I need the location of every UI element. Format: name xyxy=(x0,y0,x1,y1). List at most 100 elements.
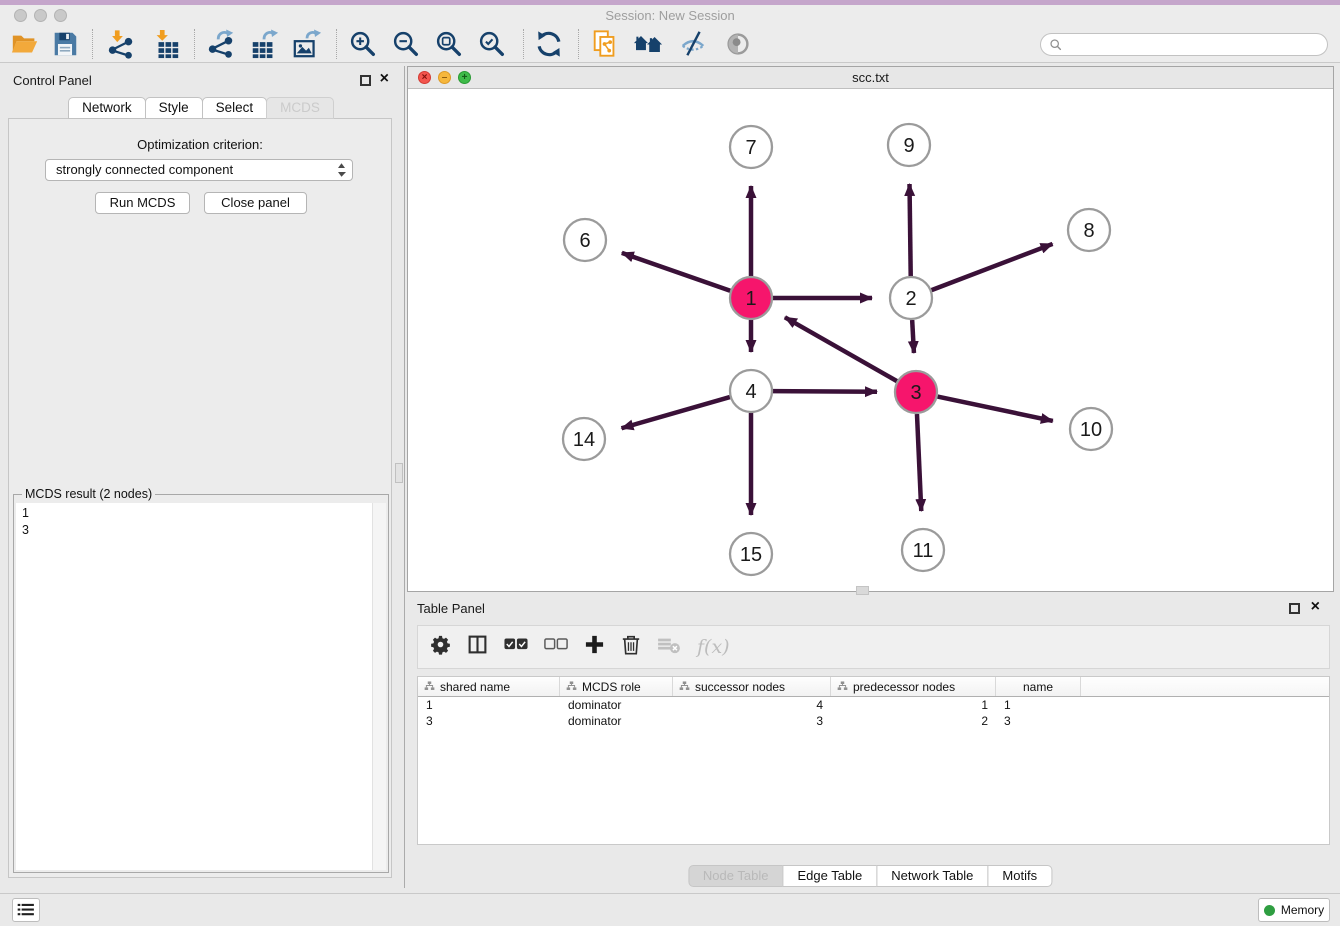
network-maximize-icon[interactable]: + xyxy=(458,71,471,84)
column-type-icon xyxy=(679,681,690,692)
node-7[interactable]: 7 xyxy=(730,126,772,168)
zoom-out-icon[interactable] xyxy=(389,28,423,60)
control-tabs: NetworkStyleSelectMCDS xyxy=(0,97,403,119)
zoom-fit-icon[interactable] xyxy=(432,28,466,60)
zoom-selected-icon[interactable] xyxy=(475,28,509,60)
result-scrollbar[interactable] xyxy=(372,503,386,870)
tab-network[interactable]: Network xyxy=(68,97,146,119)
cell-predecessor-nodes: 2 xyxy=(831,713,996,729)
hide-details-icon[interactable] xyxy=(676,28,710,60)
tab-edge-table[interactable]: Edge Table xyxy=(782,865,877,887)
network-window-titlebar[interactable]: × – + scc.txt xyxy=(408,67,1333,89)
edge-4-3[interactable] xyxy=(773,391,877,392)
run-mcds-button[interactable]: Run MCDS xyxy=(95,192,190,214)
table-settings-gear-icon[interactable] xyxy=(430,634,451,660)
edge-2-3[interactable] xyxy=(912,320,914,353)
tab-network-table[interactable]: Network Table xyxy=(876,865,988,887)
minimize-window-button[interactable] xyxy=(34,9,47,22)
tab-style[interactable]: Style xyxy=(145,97,203,119)
node-11[interactable]: 11 xyxy=(902,529,944,571)
show-details-icon[interactable] xyxy=(721,28,755,60)
control-panel: Control Panel × NetworkStyleSelectMCDS O… xyxy=(0,66,403,893)
header-filler xyxy=(1081,677,1329,696)
edge-2-8[interactable] xyxy=(932,244,1053,290)
delete-table-icon xyxy=(657,635,681,660)
edge-1-6[interactable] xyxy=(622,253,730,291)
search-input[interactable] xyxy=(1067,35,1322,54)
vertical-splitter-handle[interactable] xyxy=(395,463,403,483)
export-network-icon[interactable] xyxy=(204,28,238,60)
tab-select[interactable]: Select xyxy=(202,97,268,119)
open-folder-icon[interactable] xyxy=(8,28,42,60)
window-titlebar[interactable]: Session: New Session xyxy=(0,5,1340,27)
delete-column-icon[interactable] xyxy=(621,634,641,661)
node-10[interactable]: 10 xyxy=(1070,408,1112,450)
export-image-icon[interactable] xyxy=(290,28,324,60)
mcds-result-box[interactable]: 1 3 xyxy=(16,503,386,870)
mcds-result-legend: MCDS result (2 nodes) xyxy=(22,487,155,501)
node-label: 1 xyxy=(745,288,756,310)
memory-button[interactable]: Memory xyxy=(1258,898,1330,922)
table-row[interactable]: 1dominator411 xyxy=(418,697,1329,713)
column-header-mcds-role[interactable]: MCDS role xyxy=(560,677,673,696)
add-column-icon[interactable] xyxy=(584,634,605,660)
network-graph[interactable]: 7 9 6 8 1 2 4 3 14 10 15 11 xyxy=(408,89,1333,591)
cell-name: 1 xyxy=(996,697,1081,713)
column-type-icon xyxy=(566,681,577,692)
node-8[interactable]: 8 xyxy=(1068,209,1110,251)
import-table-icon[interactable] xyxy=(149,28,183,60)
criterion-select[interactable]: strongly connected component xyxy=(45,159,353,181)
application-window: Session: New Session xyxy=(0,0,1340,926)
save-session-icon[interactable] xyxy=(48,28,82,60)
node-9[interactable]: 9 xyxy=(888,124,930,166)
node-label: 9 xyxy=(903,135,914,157)
close-panel-button[interactable]: Close panel xyxy=(204,192,307,214)
zoom-in-icon[interactable] xyxy=(346,28,380,60)
table-close-panel-icon[interactable]: × xyxy=(1311,598,1320,616)
toolbar-separator xyxy=(194,29,195,59)
show-columns-icon[interactable] xyxy=(467,634,488,660)
network-close-icon[interactable]: × xyxy=(418,71,431,84)
tab-motifs[interactable]: Motifs xyxy=(987,865,1052,887)
float-panel-icon[interactable] xyxy=(360,75,371,86)
list-icon xyxy=(17,903,35,917)
edge-3-11[interactable] xyxy=(917,414,921,511)
node-15[interactable]: 15 xyxy=(730,533,772,575)
node-6[interactable]: 6 xyxy=(564,219,606,261)
clone-network-icon[interactable] xyxy=(588,28,622,60)
close-window-button[interactable] xyxy=(14,9,27,22)
table-row[interactable]: 3dominator323 xyxy=(418,713,1329,729)
node-1[interactable]: 1 xyxy=(730,277,772,319)
column-type-icon xyxy=(837,681,848,692)
node-4[interactable]: 4 xyxy=(730,370,772,412)
node-3[interactable]: 3 xyxy=(895,371,937,413)
node-14[interactable]: 14 xyxy=(563,418,605,460)
select-all-columns-icon[interactable] xyxy=(504,638,528,656)
edge-2-9[interactable] xyxy=(910,184,911,276)
list-view-button[interactable] xyxy=(12,898,40,922)
deselect-all-columns-icon[interactable] xyxy=(544,638,568,656)
maximize-window-button[interactable] xyxy=(54,9,67,22)
node-2[interactable]: 2 xyxy=(890,277,932,319)
tab-node-table[interactable]: Node Table xyxy=(688,865,784,887)
table-panel-title: Table Panel xyxy=(417,601,485,616)
column-header-shared-name[interactable]: shared name xyxy=(418,677,560,696)
export-table-icon[interactable] xyxy=(247,28,281,60)
horizontal-splitter-handle[interactable] xyxy=(856,586,869,595)
column-header-predecessor-nodes[interactable]: predecessor nodes xyxy=(831,677,996,696)
refresh-layout-icon[interactable] xyxy=(532,28,566,60)
column-header-successor-nodes[interactable]: successor nodes xyxy=(673,677,831,696)
node-label: 11 xyxy=(913,540,934,562)
network-minimize-icon[interactable]: – xyxy=(438,71,451,84)
toolbar-separator xyxy=(336,29,337,59)
edge-4-14[interactable] xyxy=(621,397,729,428)
table-float-panel-icon[interactable] xyxy=(1289,603,1300,614)
edge-3-10[interactable] xyxy=(938,397,1053,421)
tab-mcds[interactable]: MCDS xyxy=(266,97,334,119)
column-header-name[interactable]: name xyxy=(996,677,1081,696)
search-icon xyxy=(1049,38,1063,52)
edge-3-1[interactable] xyxy=(785,317,897,381)
close-panel-icon[interactable]: × xyxy=(380,70,389,88)
import-network-icon[interactable] xyxy=(104,28,138,60)
home-views-icon[interactable] xyxy=(631,28,665,60)
